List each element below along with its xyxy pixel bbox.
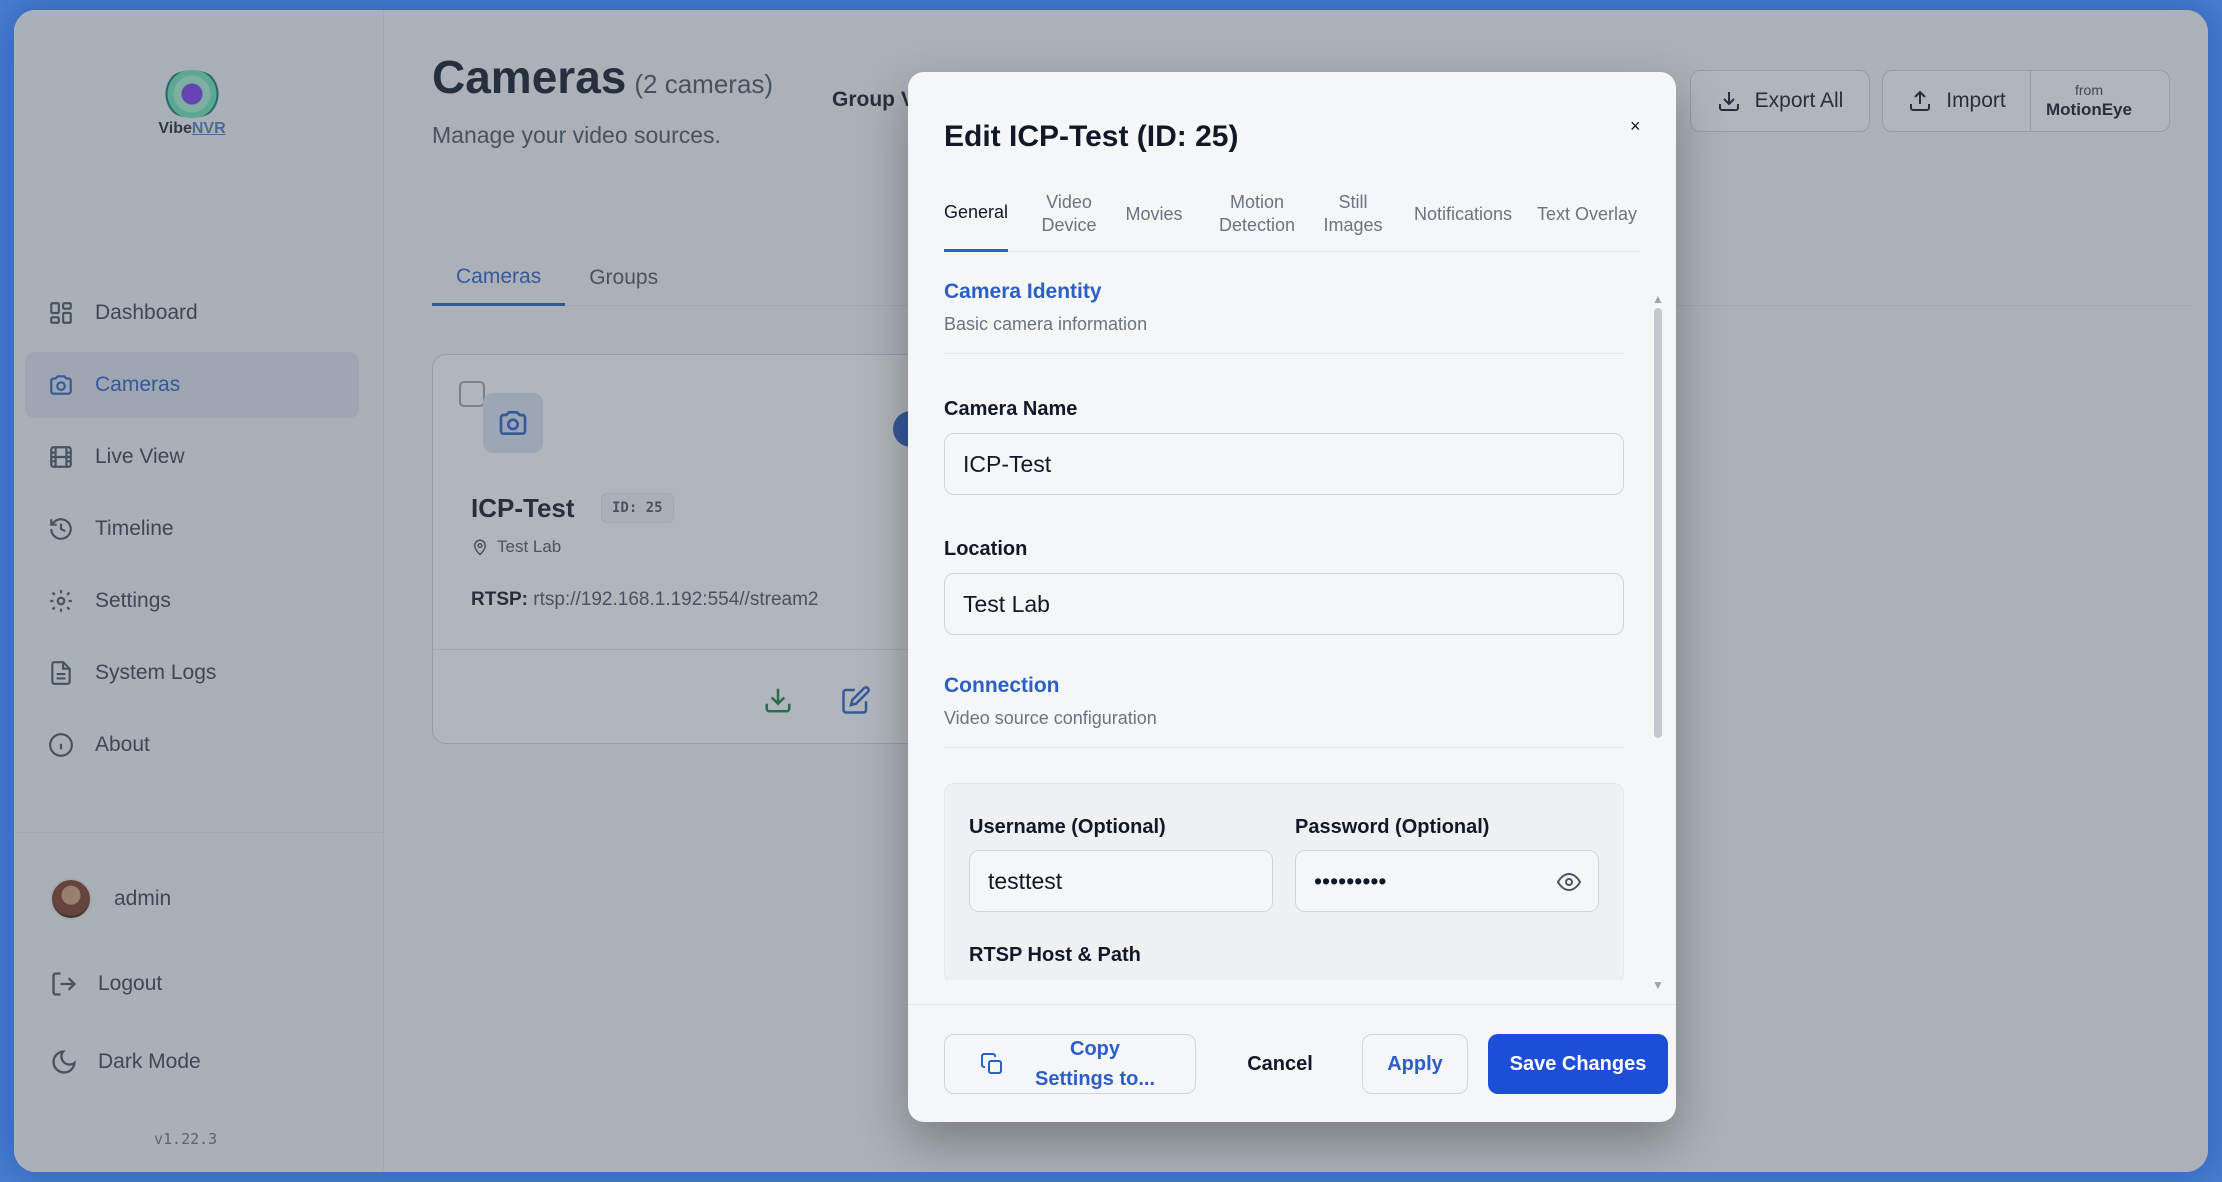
dialog-tabs: General Video Device Movies Motion Detec… (944, 176, 1640, 252)
tab-general[interactable]: General (944, 176, 1008, 252)
scroll-up-icon[interactable]: ▲ (1652, 292, 1664, 306)
copy-icon (981, 1053, 1002, 1074)
scroll-thumb[interactable] (1654, 308, 1662, 738)
section-divider (944, 353, 1624, 354)
connection-subtitle: Video source configuration (944, 708, 1157, 728)
edit-camera-dialog: Edit ICP-Test (ID: 25) × General Video D… (908, 72, 1676, 1122)
camera-identity-subtitle: Basic camera information (944, 314, 1148, 334)
dialog-scrollbar[interactable]: ▲ ▼ (1652, 292, 1664, 992)
location-label: Location (944, 538, 1028, 560)
username-label: Username (Optional) (969, 816, 1166, 838)
connection-heading: Connection (944, 674, 1060, 697)
dialog-footer-divider (908, 1004, 1676, 1005)
tab-still-images[interactable]: Still Images (1316, 176, 1390, 252)
tab-movies[interactable]: Movies (1122, 176, 1186, 252)
scroll-down-icon[interactable]: ▼ (1652, 978, 1664, 992)
rtsp-host-label: RTSP Host & Path (969, 944, 1141, 966)
tab-video-device[interactable]: Video Device (1034, 176, 1104, 252)
save-changes-button[interactable]: Save Changes (1488, 1034, 1668, 1094)
close-icon[interactable]: × (1630, 116, 1641, 137)
tab-notifications[interactable]: Notifications (1408, 176, 1518, 252)
eye-icon[interactable] (1557, 870, 1581, 894)
section-divider (944, 747, 1624, 748)
location-input[interactable]: Test Lab (944, 573, 1624, 635)
password-value: ••••••••• (1314, 867, 1387, 894)
password-input[interactable]: ••••••••• (1295, 850, 1599, 912)
tab-motion-detection[interactable]: Motion Detection (1210, 176, 1304, 252)
camera-name-label: Camera Name (944, 398, 1078, 420)
apply-button[interactable]: Apply (1362, 1034, 1468, 1094)
dialog-title: Edit ICP-Test (ID: 25) (944, 120, 1239, 153)
username-input[interactable]: testtest (969, 850, 1273, 912)
app-window: VibeNVR Dashboard Cameras Live View Time… (14, 10, 2208, 1172)
dialog-body[interactable]: Camera Identity Basic camera information… (944, 272, 1634, 980)
camera-name-input[interactable]: ICP-Test (944, 433, 1624, 495)
copy-settings-button[interactable]: Copy Settings to... (944, 1034, 1196, 1094)
tab-text-overlay[interactable]: Text Overlay (1534, 176, 1640, 252)
camera-identity-heading: Camera Identity (944, 280, 1102, 303)
connection-panel: Username (Optional) testtest Password (O… (944, 783, 1624, 980)
password-label: Password (Optional) (1295, 816, 1490, 838)
cancel-button[interactable]: Cancel (1220, 1034, 1340, 1094)
copy-settings-label: Copy Settings to... (1035, 1038, 1155, 1090)
